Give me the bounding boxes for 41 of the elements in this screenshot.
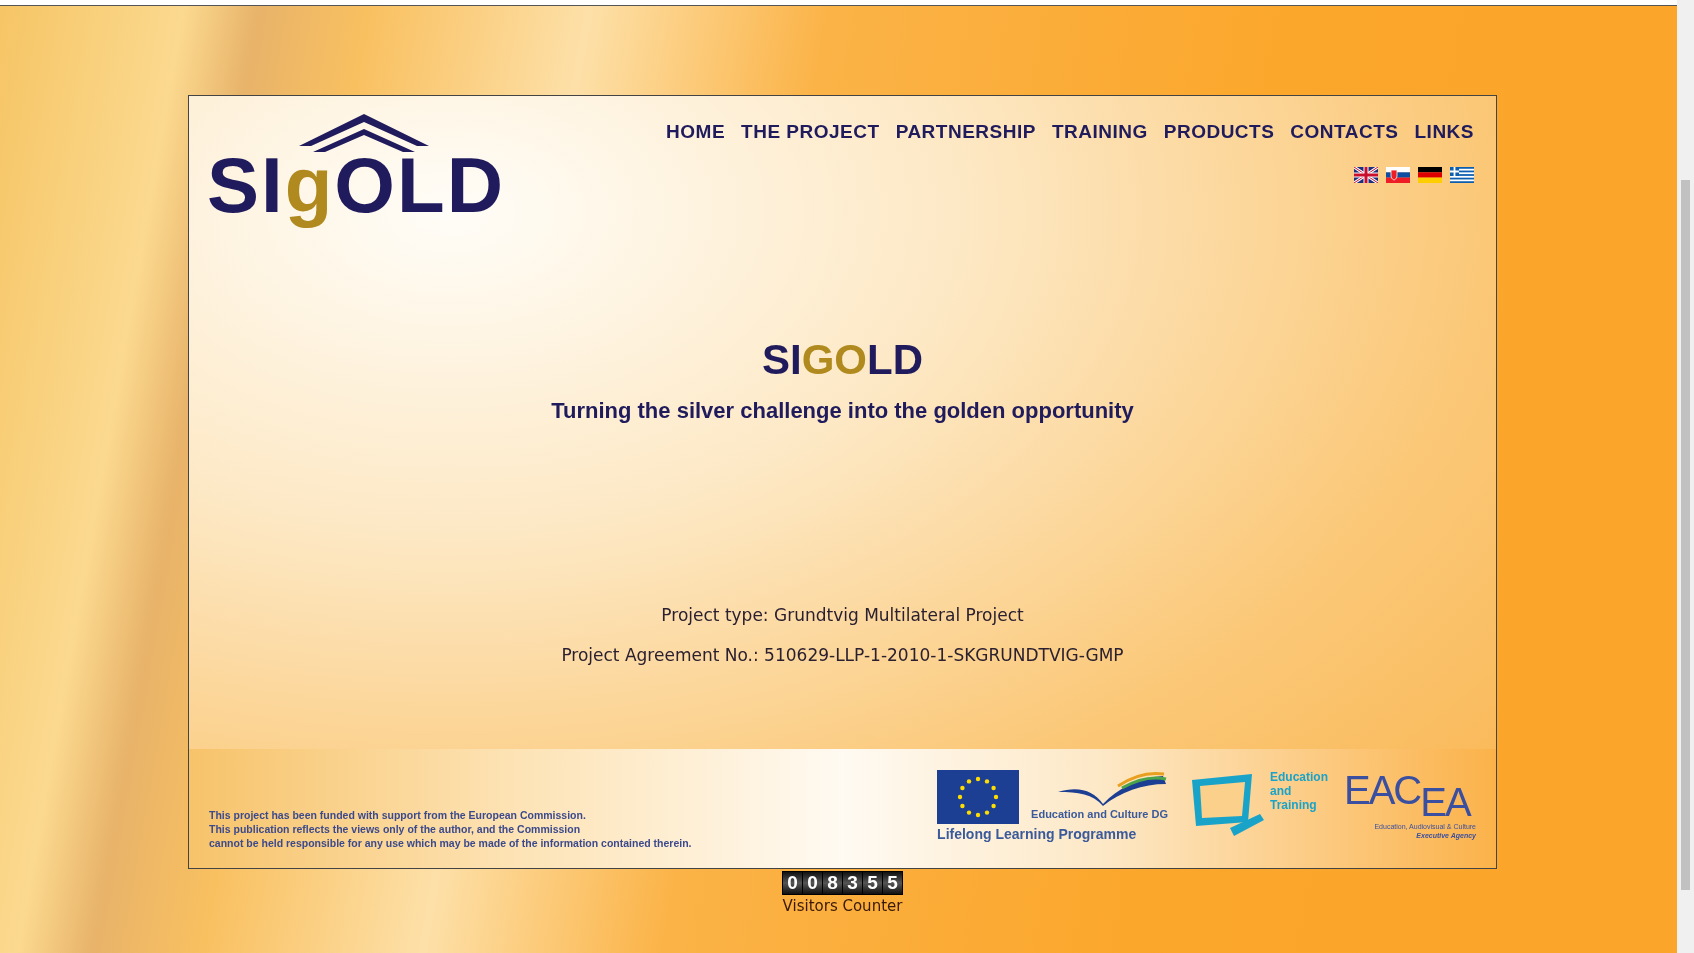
logo-text: g xyxy=(284,142,335,228)
project-info-text: Project type: Grundtvig Multilateral Project xyxy=(661,604,1024,627)
tagline: Turning the silver challenge into the golden opportunity xyxy=(551,397,1134,425)
counter-digit: 5 xyxy=(883,872,902,894)
flag-icon[interactable] xyxy=(1354,166,1378,183)
counter-digit: 5 xyxy=(863,872,882,894)
nav-link[interactable]: TRAINING xyxy=(1051,118,1148,147)
counter-digit: 0 xyxy=(803,872,822,894)
bird-icon xyxy=(1058,770,1168,806)
eu-flag-icon xyxy=(937,770,1020,824)
scrollbar[interactable] xyxy=(1677,0,1694,953)
nav-link[interactable]: PRODUCTS xyxy=(1163,118,1275,147)
dg-label: Education and Culture DG xyxy=(1031,807,1168,822)
nav-link[interactable]: THE PROJECT xyxy=(741,118,880,147)
logo[interactable]: SIgOLD xyxy=(207,114,505,336)
counter-label: Visitors Counter xyxy=(782,896,903,917)
disclaimer-text: This publication reflects the views only of the author, and the Commission xyxy=(209,822,582,836)
disclaimer-text: This project has been funded with support from the European Commission. xyxy=(209,808,587,822)
flag-icon[interactable] xyxy=(1418,166,1442,183)
hero-title: SI xyxy=(762,336,802,384)
project-info-text: Project Agreement No.: 510629-LLP-1-2010-1-SKGRUNDTVIG-GMP xyxy=(561,643,1124,667)
llp-label: Lifelong Learning Programme xyxy=(937,825,1138,844)
counter-digit: 8 xyxy=(823,872,842,894)
hero-title: LD xyxy=(867,336,923,384)
roof-icon xyxy=(299,114,429,154)
eacea-logo-text: EAC xyxy=(1344,770,1421,810)
hero-title: GO xyxy=(801,336,867,384)
logo-text: OLD xyxy=(334,142,505,228)
nav-link[interactable]: PARTNERSHIP xyxy=(895,118,1036,147)
eacea-logo-text: EA xyxy=(1420,782,1470,822)
nav-link[interactable]: CONTACTS xyxy=(1290,118,1399,147)
flag-icon[interactable] xyxy=(1450,166,1474,183)
nav-link[interactable]: LINKS xyxy=(1414,118,1474,147)
logo-text: SI xyxy=(207,142,285,228)
counter-digit: 3 xyxy=(843,872,862,894)
scrollbar-thumb[interactable] xyxy=(1681,180,1690,890)
disclaimer-text: cannot be held responsible for any use which may be made of the information contained therein. xyxy=(209,836,692,850)
education-training-label: Education and Training xyxy=(1270,770,1329,812)
counter-digit: 0 xyxy=(783,872,802,894)
nav-link[interactable]: HOME xyxy=(666,118,726,147)
flag-icon[interactable] xyxy=(1386,166,1410,183)
